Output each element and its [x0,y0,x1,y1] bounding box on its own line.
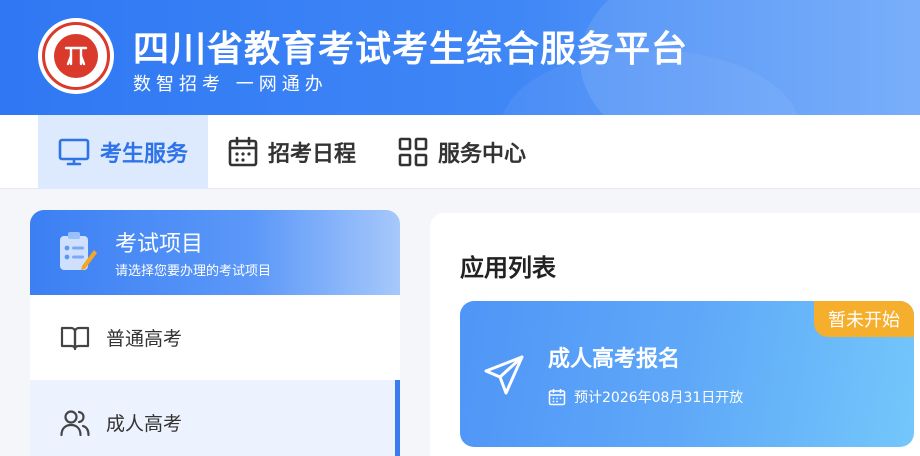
site-title: 四川省教育考试考生综合服务平台 [133,29,689,70]
monitor-icon [58,138,90,166]
nav-item-service-center[interactable]: 服务中心 [398,115,526,189]
app-list-title: 应用列表 [460,254,556,282]
exam-project-panel: 考试项目 请选择您要办理的考试项目 普通高考 成人高考 [30,210,400,456]
active-indicator [395,380,400,456]
calendar-small-icon [548,389,566,406]
nav-item-label: 招考日程 [268,142,357,167]
book-icon [60,326,90,350]
site-slogan: 数智招考 一网通办 [133,74,328,95]
app-open-date: 预计2026年08月31日开放 [548,387,743,407]
users-icon [60,409,90,436]
sidebar-item-label: 成人高考 [106,413,183,435]
nav-item-label: 服务中心 [438,142,527,167]
grid-icon [398,137,428,167]
app-list-panel: 应用列表 暂未开始 成人高考报名 预计2026年08月31日开放 [430,213,920,456]
app-card-adult-gaokao-registration[interactable]: 暂未开始 成人高考报名 预计2026年08月31日开放 [460,301,914,447]
sidebar-item-general-gaokao[interactable]: 普通高考 [30,295,400,380]
site-header: 四川省教育考试考生综合服务平台 数智招考 一网通办 [0,0,920,115]
checklist-icon [60,232,97,270]
main-nav: 考生服务 招考日程 服务中心 [0,115,920,189]
seal-logo[interactable] [38,18,114,94]
app-name: 成人高考报名 [548,347,681,372]
calendar-icon [228,136,258,167]
nav-item-student-services[interactable]: 考生服务 [38,115,208,189]
logo-core [54,34,98,78]
paper-plane-icon [484,355,524,395]
app-date-text: 预计2026年08月31日开放 [574,390,744,406]
logo-ring [42,22,110,90]
nav-item-exam-schedule[interactable]: 招考日程 [228,115,356,189]
nav-item-label: 考生服务 [100,142,189,167]
sidebar-item-adult-gaokao[interactable]: 成人高考 [30,380,400,456]
panel-header: 考试项目 请选择您要办理的考试项目 [30,210,400,295]
status-badge: 暂未开始 [814,301,914,337]
panel-title: 考试项目 [115,232,204,257]
sidebar-item-label: 普通高考 [106,328,183,350]
panel-subtitle: 请选择您要办理的考试项目 [115,264,272,279]
logo-mark-icon [64,46,88,66]
